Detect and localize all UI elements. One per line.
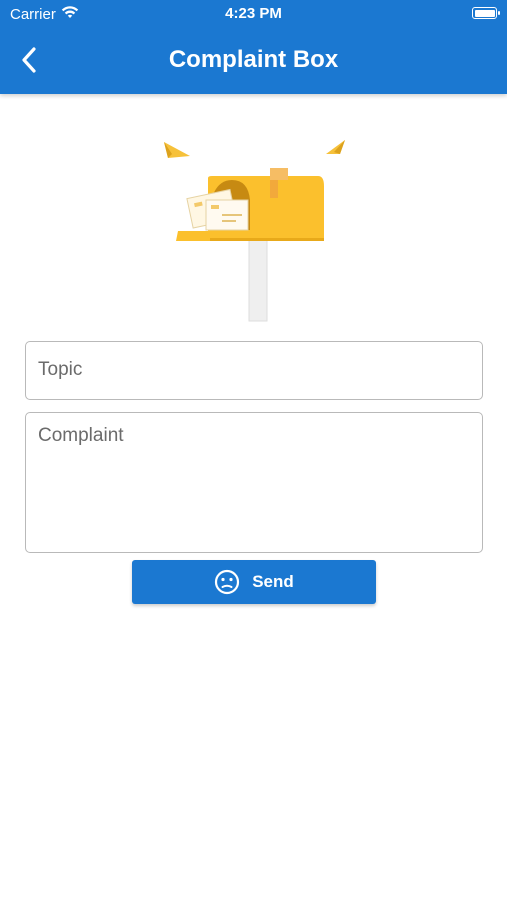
battery-icon bbox=[472, 7, 500, 19]
mailbox-illustration bbox=[150, 130, 360, 325]
page-title: Complaint Box bbox=[168, 46, 339, 73]
battery-level-fill bbox=[474, 9, 495, 17]
topic-placeholder: Topic bbox=[38, 359, 83, 380]
send-button-label: Send bbox=[252, 572, 294, 591]
status-time: 4:23 PM bbox=[225, 5, 282, 22]
mailbox-icon bbox=[164, 140, 345, 322]
complaint-box-screen: Carrier 4:23 PM Complaint Box Topic Comp… bbox=[0, 0, 507, 900]
send-button[interactable]: Send bbox=[132, 560, 376, 604]
complaint-textarea[interactable]: Complaint bbox=[25, 412, 483, 553]
complaint-placeholder: Complaint bbox=[38, 425, 124, 446]
topic-input[interactable]: Topic bbox=[25, 341, 483, 400]
neutral-face-icon bbox=[215, 569, 240, 595]
status-bar: Carrier 4:23 PM bbox=[0, 0, 507, 28]
app-header: Carrier 4:23 PM Complaint Box bbox=[0, 0, 507, 94]
